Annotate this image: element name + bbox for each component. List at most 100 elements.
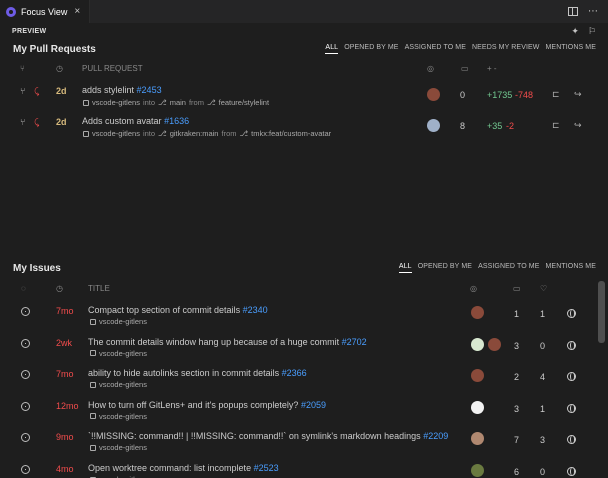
- issue-age: 9mo: [56, 432, 74, 443]
- filter-mentions-me[interactable]: MENTIONS ME: [546, 44, 597, 54]
- repo-name[interactable]: vscode-gitlens: [92, 98, 140, 107]
- avatar: [427, 88, 440, 101]
- issue-row[interactable]: 7mo Compact top section of commit details…: [0, 303, 598, 334]
- open-folder-icon[interactable]: ⊏: [552, 120, 560, 131]
- issue-reaction-count: 0: [540, 340, 546, 351]
- preview-bar: PREVIEW ✦ ⚐: [0, 23, 608, 40]
- issue-age: 4mo: [56, 464, 74, 474]
- from-label: from: [188, 98, 204, 107]
- pull-request-icon: ⑂: [20, 117, 26, 127]
- close-icon[interactable]: ×: [74, 6, 80, 17]
- column-pull-request[interactable]: PULL REQUEST: [82, 64, 143, 73]
- pr-row[interactable]: ⑂ ⤹ 2d adds stylelint #2453 vscode-gitlens in…: [0, 84, 608, 114]
- draft-icon: ⤹: [34, 117, 40, 127]
- avatar: [471, 432, 484, 446]
- issue-title-text: Compact top section of commit details: [88, 305, 241, 315]
- pr-branch-info: vscode-gitlens into ⎇ gitkraken:main from ⎇ tm…: [83, 129, 331, 138]
- pr-number-link[interactable]: #2453: [137, 85, 162, 95]
- pr-number-link[interactable]: #1636: [164, 116, 189, 126]
- participants-icon: ◎: [427, 64, 434, 73]
- filter-opened-by-me[interactable]: OPENED BY ME: [344, 44, 398, 54]
- issue-title[interactable]: How to turn off GitLens+ and it's popups…: [88, 400, 326, 410]
- branch-icon: ⎇: [158, 129, 167, 138]
- filter-needs-my-review[interactable]: NEEDS MY REVIEW: [472, 44, 540, 54]
- issue-number-link[interactable]: #2059: [301, 400, 326, 410]
- filter-assigned-to-me[interactable]: ASSIGNED TO ME: [478, 263, 539, 273]
- filter-opened-by-me[interactable]: OPENED BY ME: [418, 263, 472, 273]
- sparkle-icon[interactable]: ✦: [571, 26, 579, 37]
- pr-title-text: adds stylelint: [82, 85, 135, 95]
- switch-branch-icon[interactable]: ↪: [574, 89, 582, 100]
- issue-open-icon: [21, 307, 30, 316]
- open-on-remote-icon[interactable]: [567, 372, 576, 382]
- issue-title[interactable]: `!!MISSING: command!! | !!MISSING: comma…: [88, 431, 448, 441]
- into-label: into: [142, 129, 156, 138]
- issue-row[interactable]: 9mo `!!MISSING: command!! | !!MISSING: co…: [0, 429, 598, 460]
- issue-title[interactable]: ability to hide autolinks section in com…: [88, 368, 307, 378]
- issue-repo: vscode-gitlens: [90, 317, 147, 326]
- clock-icon: ◷: [56, 284, 63, 293]
- column-title[interactable]: TITLE: [88, 284, 110, 293]
- pr-additions: +1735: [487, 90, 513, 100]
- issue-reaction-count: 3: [540, 435, 546, 446]
- repo-name[interactable]: vscode-gitlens: [99, 412, 147, 421]
- open-on-remote-icon[interactable]: [567, 435, 576, 445]
- issue-title[interactable]: The commit details window hang up becaus…: [88, 337, 367, 347]
- source-branch: tmkx:feat/custom-avatar: [251, 129, 332, 138]
- issue-row[interactable]: 4mo Open worktree command: list incomplet…: [0, 461, 598, 478]
- avatar: [471, 306, 484, 319]
- issue-number-link[interactable]: #2340: [243, 305, 268, 315]
- issue-comment-count: 3: [514, 340, 520, 351]
- issue-row[interactable]: 2wk The commit details window hang up bec…: [0, 335, 598, 366]
- pull-request-icon: ⑂: [20, 86, 26, 96]
- issue-title-text: `!!MISSING: command!! | !!MISSING: comma…: [88, 431, 421, 442]
- open-on-remote-icon[interactable]: [567, 403, 576, 413]
- issue-row[interactable]: 12mo How to turn off GitLens+ and it's po…: [0, 398, 598, 429]
- repo-icon: [90, 413, 96, 420]
- filter-all[interactable]: ALL: [325, 44, 339, 54]
- pr-title[interactable]: Adds custom avatar #1636: [82, 116, 189, 126]
- repo-icon: [90, 350, 96, 357]
- filter-assigned-to-me[interactable]: ASSIGNED TO ME: [405, 44, 466, 54]
- pr-comment-count: 0: [460, 90, 466, 100]
- tab-focus-view[interactable]: Focus View ×: [0, 0, 91, 23]
- scrollbar[interactable]: [598, 281, 605, 343]
- open-on-remote-icon[interactable]: [567, 340, 576, 350]
- filter-all[interactable]: ALL: [398, 263, 412, 273]
- issue-open-icon: [21, 370, 30, 380]
- feedback-icon[interactable]: ⚐: [588, 26, 596, 37]
- repo-icon: [90, 381, 96, 388]
- repo-name[interactable]: vscode-gitlens: [99, 443, 147, 452]
- draft-icon: ⤹: [34, 86, 40, 96]
- more-actions-icon[interactable]: ⋯: [588, 6, 598, 17]
- issue-number-link[interactable]: #2366: [282, 368, 307, 378]
- issue-open-icon: [21, 401, 30, 411]
- pr-row[interactable]: ⑂ ⤹ 2d Adds custom avatar #1636 vscode-gitle…: [0, 115, 608, 145]
- split-editor-icon[interactable]: [568, 7, 578, 16]
- repo-name[interactable]: vscode-gitlens: [99, 317, 147, 326]
- issue-number-link[interactable]: #2702: [342, 337, 367, 347]
- issue-title[interactable]: Compact top section of commit details #2…: [88, 305, 268, 315]
- issue-repo: vscode-gitlens: [90, 443, 147, 452]
- avatar: [471, 337, 484, 351]
- issue-number-link[interactable]: #2209: [423, 431, 448, 441]
- open-folder-icon[interactable]: ⊏: [552, 89, 560, 100]
- switch-branch-icon[interactable]: ↪: [574, 120, 582, 131]
- avatar: [471, 369, 484, 383]
- repo-name[interactable]: vscode-gitlens: [99, 349, 147, 358]
- open-on-remote-icon[interactable]: [567, 309, 576, 318]
- issue-row[interactable]: 7mo ability to hide autolinks section in …: [0, 366, 598, 397]
- repo-name[interactable]: vscode-gitlens: [99, 380, 147, 389]
- column-changes[interactable]: + -: [487, 64, 497, 73]
- branch-icon: ⎇: [158, 98, 167, 107]
- filter-mentions-me[interactable]: MENTIONS ME: [546, 263, 597, 273]
- repo-name[interactable]: vscode-gitlens: [92, 129, 140, 138]
- issue-comment-count: 7: [514, 435, 520, 446]
- branch-icon: ⎇: [206, 98, 216, 107]
- pr-age: 2d: [56, 117, 67, 127]
- pr-title[interactable]: adds stylelint #2453: [82, 85, 162, 95]
- issue-title[interactable]: Open worktree command: list incomplete #…: [88, 463, 279, 473]
- open-on-remote-icon[interactable]: [567, 467, 576, 476]
- issue-number-link[interactable]: #2523: [254, 463, 279, 473]
- issue-comment-count: 1: [514, 309, 520, 319]
